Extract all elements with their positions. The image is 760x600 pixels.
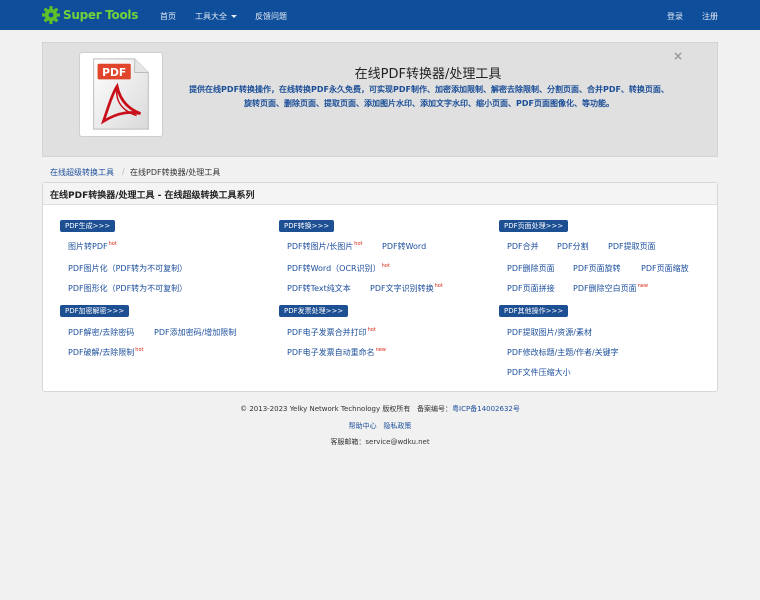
hot-badge: hot <box>367 327 376 333</box>
close-banner-button[interactable]: × <box>673 49 683 63</box>
tool-label: PDF电子发票合并打印 <box>287 328 367 337</box>
tool-pdf-to-word[interactable]: PDF转Word <box>382 241 426 252</box>
pdf-document-icon: PDF <box>93 58 149 130</box>
section-label-create[interactable]: PDF生成>>> <box>60 220 116 232</box>
page-description: 提供在线PDF转换操作，在线转换PDF永久免费，可实现PDF制作、加密添加限制、… <box>189 85 669 108</box>
footer-copyright: © 2013-2023 Yelky Network Technology 版权所… <box>0 404 760 414</box>
hot-badge: hot <box>108 241 117 247</box>
tool-pdf-to-text[interactable]: PDF转Text纯文本 <box>287 283 351 294</box>
breadcrumb-parent-link[interactable]: 在线超级转换工具 <box>50 167 114 178</box>
footer-email: 客服邮箱：service@wdku.net <box>330 438 430 446</box>
top-navbar: Super Tools 首页 工具大全 反馈问题 登录 注册 <box>0 0 760 30</box>
tool-label: PDF电子发票自动重命名 <box>287 348 375 357</box>
tool-pdf-merge[interactable]: PDF合并 <box>507 241 539 252</box>
pdf-file-image: PDF <box>79 52 163 137</box>
tool-label: PDF破解/去除限制 <box>68 348 135 357</box>
tool-pdf-crack[interactable]: PDF破解/去除限制hot <box>68 347 143 358</box>
breadcrumb-current: 在线PDF转换器/处理工具 <box>130 168 221 177</box>
tool-pdf-compress[interactable]: PDF文件压缩大小 <box>507 367 571 378</box>
tool-pdf-encrypt[interactable]: PDF添加密码/增加限制 <box>154 327 236 338</box>
tool-pdf-to-image[interactable]: PDF转图片/长图片hot <box>287 241 362 252</box>
hot-badge: hot <box>381 263 390 269</box>
tool-pdf-extract-pages[interactable]: PDF提取页面 <box>608 241 656 252</box>
hot-badge: hot <box>135 347 144 353</box>
tool-pdf-join-pages[interactable]: PDF页面拼接 <box>507 283 555 294</box>
icp-label: 备案编号： <box>417 405 453 413</box>
copyright-text: © 2013-2023 Yelky Network Technology 版权所… <box>240 405 411 413</box>
tool-invoice-rename[interactable]: PDF电子发票自动重命名new <box>287 347 386 358</box>
section-label-crypt[interactable]: PDF加密解密>>> <box>60 305 130 317</box>
tool-pdf-ocr[interactable]: PDF文字识别转换hot <box>370 283 443 294</box>
tool-pdf-extract-images[interactable]: PDF提取图片/资源/素材 <box>507 327 592 338</box>
svg-text:PDF: PDF <box>102 66 126 79</box>
section-label-convert[interactable]: PDF转换>>> <box>279 220 335 232</box>
tool-label: PDF转图片/长图片 <box>287 242 354 251</box>
nav-feedback[interactable]: 反馈问题 <box>255 11 287 22</box>
section-label-page[interactable]: PDF页面处理>>> <box>499 220 569 232</box>
brand-name: Super Tools <box>63 8 139 22</box>
tool-image-to-pdf[interactable]: 图片转PDFhot <box>68 241 117 252</box>
tool-invoice-merge-print[interactable]: PDF电子发票合并打印hot <box>287 327 376 338</box>
tool-pdf-delete-blank[interactable]: PDF删除空白页面new <box>573 283 648 294</box>
tool-pdf-scale-pages[interactable]: PDF页面缩放 <box>641 263 689 274</box>
nav-home[interactable]: 首页 <box>160 11 176 22</box>
footer-links: 帮助中心 隐私政策 <box>0 421 760 431</box>
tool-label: PDF文字识别转换 <box>370 284 434 293</box>
nav-tools-dropdown[interactable]: 工具大全 <box>195 11 237 22</box>
caret-down-icon <box>231 15 237 18</box>
tool-pdf-delete-pages[interactable]: PDF删除页面 <box>507 263 555 274</box>
gear-icon <box>42 6 60 24</box>
tool-label: PDF删除空白页面 <box>573 284 637 293</box>
tool-pdf-split[interactable]: PDF分割 <box>557 241 589 252</box>
hot-badge: hot <box>434 283 443 289</box>
help-center-link[interactable]: 帮助中心 <box>349 422 377 430</box>
intro-banner: PDF × 在线PDF转换器/处理工具 提供在线PDF转换操作，在线转换PDF永… <box>42 42 718 157</box>
icp-link[interactable]: 粤ICP备14002632号 <box>452 405 520 413</box>
tool-pdf-to-word-ocr[interactable]: PDF转Word（OCR识别）hot <box>287 263 390 274</box>
nav-register[interactable]: 注册 <box>702 11 718 22</box>
tool-pdf-to-graphic-noncopy[interactable]: PDF图形化（PDF转为不可复制） <box>68 283 187 294</box>
breadcrumb-separator: / <box>122 167 125 176</box>
new-badge: new <box>375 347 386 353</box>
tool-pdf-decrypt[interactable]: PDF解密/去除密码 <box>68 327 134 338</box>
section-label-other[interactable]: PDF其他操作>>> <box>499 305 569 317</box>
nav-tools-label: 工具大全 <box>195 12 227 21</box>
nav-login[interactable]: 登录 <box>667 11 683 22</box>
tool-pdf-to-image-noncopy[interactable]: PDF图片化（PDF转为不可复制） <box>68 263 187 274</box>
hot-badge: hot <box>354 241 363 247</box>
tool-label: 图片转PDF <box>68 242 108 251</box>
new-badge: new <box>637 283 648 289</box>
tools-panel: 在线PDF转换器/处理工具 - 在线超级转换工具系列 PDF生成>>> 图片转P… <box>42 182 718 392</box>
tool-pdf-edit-metadata[interactable]: PDF修改标题/主题/作者/关键字 <box>507 347 619 358</box>
brand-logo[interactable]: Super Tools <box>41 5 138 25</box>
page-title: 在线PDF转换器/处理工具 <box>354 67 502 82</box>
section-label-invoice[interactable]: PDF发票处理>>> <box>279 305 349 317</box>
tool-label: PDF转Word（OCR识别） <box>287 264 381 273</box>
panel-title: 在线PDF转换器/处理工具 - 在线超级转换工具系列 <box>43 183 717 205</box>
tool-pdf-rotate-pages[interactable]: PDF页面旋转 <box>573 263 621 274</box>
privacy-policy-link[interactable]: 隐私政策 <box>383 422 411 430</box>
